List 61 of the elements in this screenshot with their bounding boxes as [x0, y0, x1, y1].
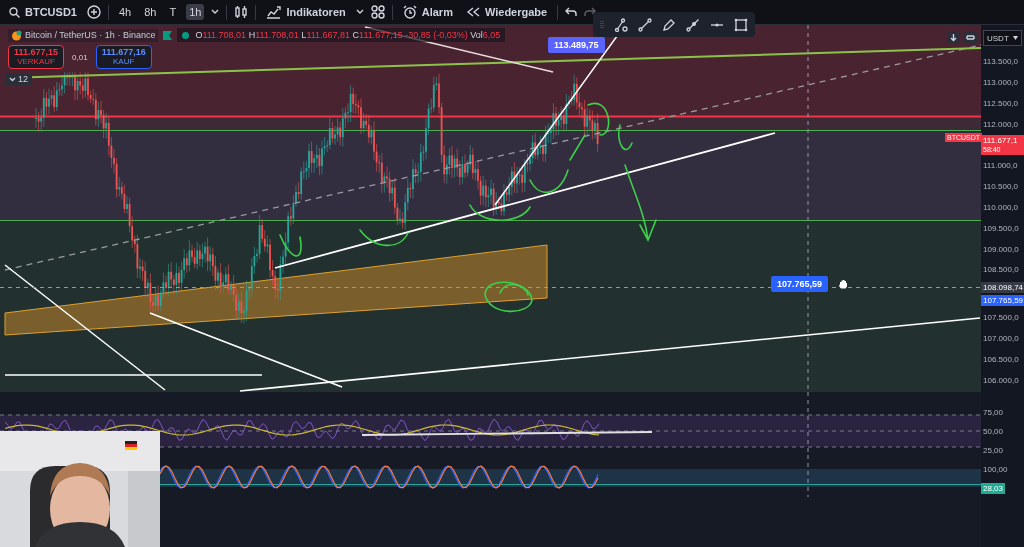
price-label: 108.098,74: [981, 281, 1024, 293]
axis-label: 113.500,0: [982, 56, 1019, 68]
caret-icon: [9, 76, 16, 82]
ohlc-values: O111.708,01 H111.708,01 L111.667,81 C111.677,15 -30,85 (-0,03%) Vol6,05: [177, 28, 506, 42]
caret-icon[interactable]: [355, 9, 364, 15]
indicators-button[interactable]: Indikatoren: [263, 3, 349, 21]
pen-icon[interactable]: [662, 17, 676, 32]
interval-tab[interactable]: 1h: [186, 4, 205, 20]
symbol-title[interactable]: Bitcoin / TetherUS · 1h · Binance: [8, 28, 159, 42]
price-callout[interactable]: 113.489,75: [548, 37, 605, 53]
interval-tab[interactable]: 8h: [141, 4, 160, 20]
axis-label: 108.500,0: [982, 264, 1020, 276]
path-tool-icon[interactable]: [614, 17, 628, 32]
hand-cursor-icon: [838, 279, 848, 289]
value-label: 28,03: [981, 482, 1006, 494]
interval-tab[interactable]: T: [166, 4, 180, 20]
axis-label: 106.000,0: [982, 374, 1020, 386]
axis-label: 110.000,0: [982, 202, 1019, 214]
line-tool-icon[interactable]: [638, 17, 652, 32]
price-label: 107.765,59: [981, 295, 1024, 307]
coin-icon: [11, 29, 22, 41]
axis-label: 100,00: [982, 463, 1009, 475]
axis-label: 113.000,0: [982, 77, 1019, 89]
rectangle-tool-icon[interactable]: [734, 17, 748, 32]
axis-label: 107.000,0: [982, 333, 1020, 345]
download-icon[interactable]: [947, 31, 960, 44]
spread-label: 0,01: [72, 52, 88, 62]
axis-label: 50,00: [982, 425, 1005, 437]
layout-grid-icon[interactable]: [370, 5, 385, 19]
axis-label: 109.000,0: [982, 243, 1020, 255]
status-dot-icon: [182, 31, 190, 39]
collapse-button[interactable]: 12: [5, 73, 32, 85]
rewind-icon: [465, 7, 480, 17]
alarm-clock-icon: [402, 5, 417, 19]
currency-dropdown[interactable]: USDT: [983, 30, 1022, 46]
caret-icon[interactable]: [211, 9, 220, 15]
undo-icon[interactable]: [565, 7, 578, 17]
redo-icon[interactable]: [584, 7, 597, 17]
axis-label: 106.500,0: [982, 353, 1020, 365]
price-callout[interactable]: 107.765,59: [771, 276, 829, 292]
flag-icon[interactable]: [163, 30, 173, 40]
buy-button[interactable]: 111.677,16 KAUF: [95, 45, 152, 69]
axis-label: 112.500,0: [982, 98, 1019, 110]
add-icon[interactable]: [86, 5, 101, 19]
axis-label: 112.000,0: [982, 118, 1019, 130]
symbol-search-button[interactable]: BTCUSD1: [6, 4, 80, 20]
search-icon: [9, 6, 20, 18]
axis-label: 75,00: [982, 406, 1005, 418]
candles-icon[interactable]: [234, 5, 249, 19]
replay-button[interactable]: Wiedergabe: [462, 4, 551, 20]
interval-tab[interactable]: 4h: [115, 4, 135, 20]
axis-label: 25,00: [982, 444, 1005, 456]
alert-button[interactable]: Alarm: [399, 3, 456, 21]
axis-label: 110.500,0: [982, 181, 1019, 193]
axis-label: 109.500,0: [982, 222, 1020, 234]
caret-icon: [1013, 36, 1018, 40]
axis-label: 111.000,0: [982, 160, 1019, 172]
chart-plus-icon: [266, 5, 282, 19]
axis-label: 107.500,0: [982, 312, 1020, 324]
ray-tool-icon[interactable]: [686, 17, 700, 32]
sell-button[interactable]: 111.677,15 VERKAUF: [8, 45, 65, 69]
